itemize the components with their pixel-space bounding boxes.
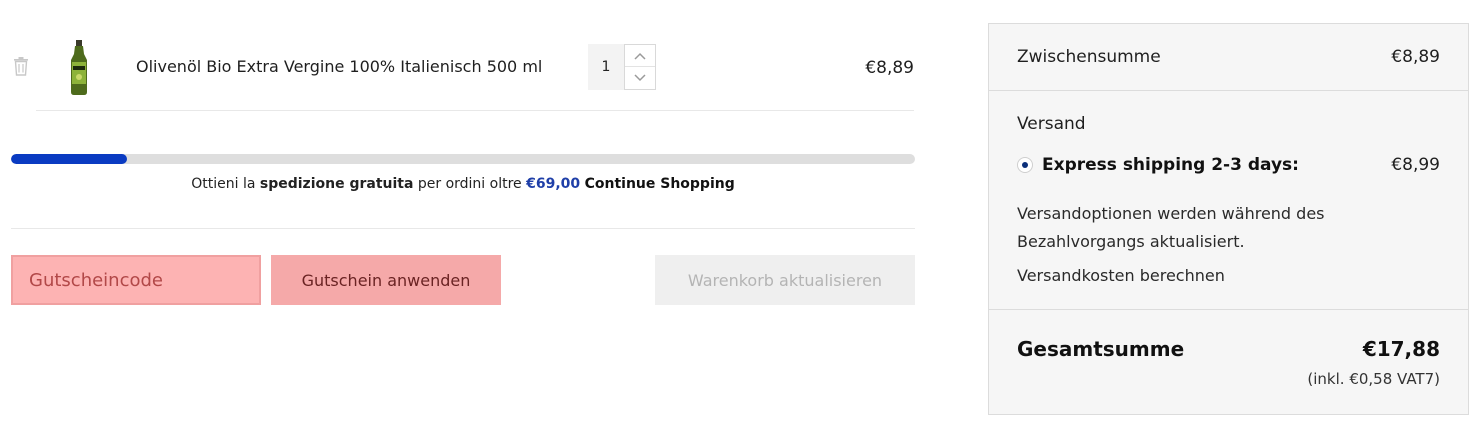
chevron-down-icon[interactable] bbox=[625, 67, 655, 89]
free-shipping-middle: per ordini oltre bbox=[417, 176, 522, 192]
divider bbox=[11, 228, 915, 229]
continue-shopping-link[interactable]: Continue Shopping bbox=[585, 176, 735, 192]
calculate-shipping-link[interactable]: Versandkosten berechnen bbox=[1017, 266, 1225, 285]
shipping-option-label[interactable]: Express shipping 2-3 days: bbox=[1042, 155, 1299, 175]
free-shipping-bold: spedizione gratuita bbox=[259, 176, 414, 192]
divider bbox=[989, 90, 1468, 91]
trash-icon[interactable] bbox=[12, 56, 30, 76]
free-shipping-prefix: Ottieni la bbox=[191, 176, 256, 192]
item-price: €8,89 bbox=[865, 58, 914, 78]
progress-fill bbox=[11, 154, 127, 164]
shipping-label: Versand bbox=[1017, 114, 1086, 134]
subtotal-row: Zwischensumme €8,89 bbox=[1017, 47, 1440, 67]
total-value: €17,88 bbox=[1362, 337, 1440, 361]
total-row: Gesamtsumme €17,88 bbox=[1017, 337, 1440, 361]
radio-selected-icon[interactable] bbox=[1017, 157, 1033, 173]
subtotal-value: €8,89 bbox=[1391, 47, 1440, 67]
free-shipping-message: Ottieni la spedizione gratuita per ordin… bbox=[11, 176, 915, 192]
free-shipping-progress-bar bbox=[11, 154, 915, 164]
vat-note: (inkl. €0,58 VAT7) bbox=[1307, 370, 1440, 388]
coupon-code-input[interactable] bbox=[11, 255, 261, 305]
divider bbox=[989, 309, 1468, 310]
divider bbox=[36, 110, 914, 111]
chevron-up-icon[interactable] bbox=[625, 45, 655, 67]
free-shipping-threshold: €69,00 bbox=[526, 176, 581, 192]
quantity-spinner[interactable] bbox=[624, 44, 656, 90]
cart-totals-panel: Zwischensumme €8,89 Versand Express ship… bbox=[988, 23, 1469, 415]
quantity-stepper[interactable]: 1 bbox=[588, 44, 656, 90]
product-name[interactable]: Olivenöl Bio Extra Vergine 100% Italieni… bbox=[136, 57, 542, 76]
shipping-note: Versandoptionen werden während des Bezah… bbox=[1017, 204, 1325, 251]
update-cart-button[interactable]: Warenkorb aktualisieren bbox=[655, 255, 915, 305]
olive-oil-bottle-image[interactable] bbox=[64, 40, 94, 96]
quantity-value[interactable]: 1 bbox=[588, 44, 624, 90]
total-label: Gesamtsumme bbox=[1017, 337, 1185, 361]
shipping-option-price: €8,99 bbox=[1391, 155, 1440, 175]
subtotal-label: Zwischensumme bbox=[1017, 47, 1161, 67]
apply-coupon-button[interactable]: Gutschein anwenden bbox=[271, 255, 501, 305]
